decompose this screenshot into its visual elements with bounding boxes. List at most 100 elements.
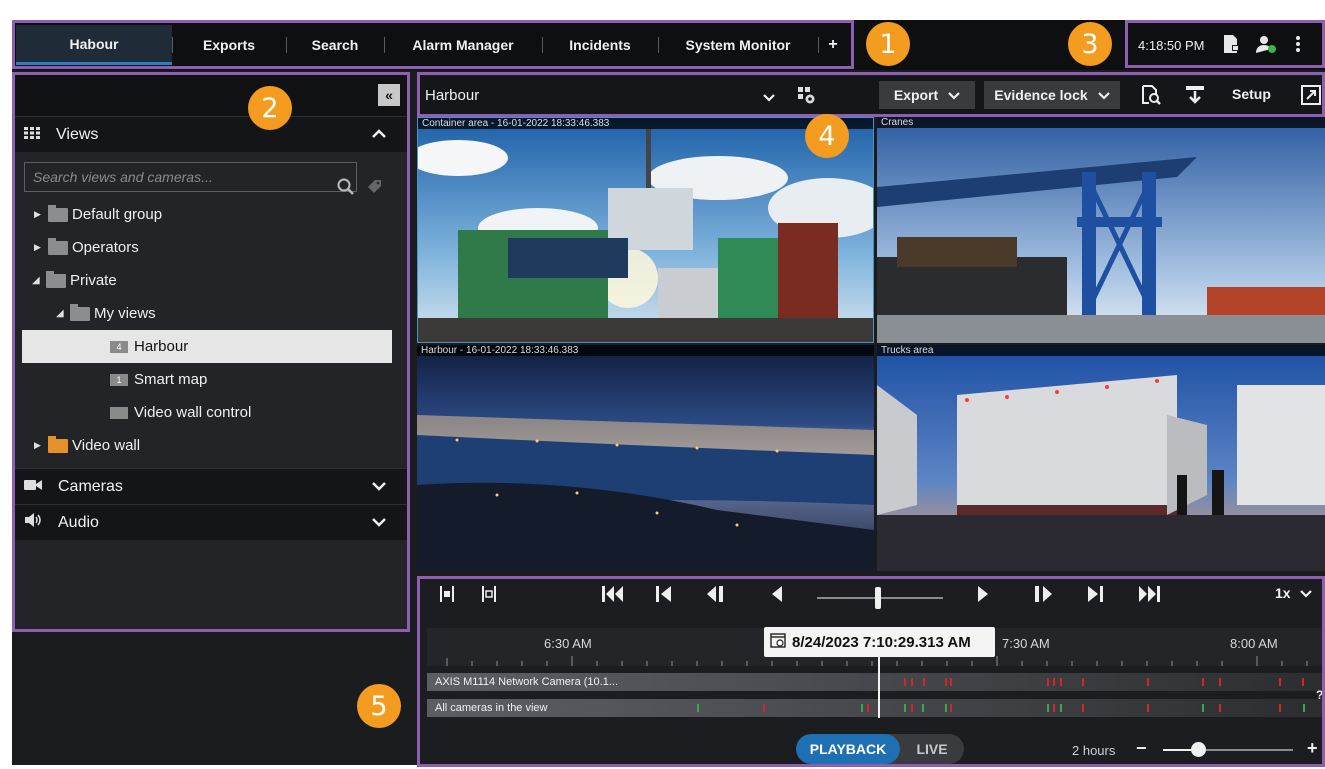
chevron-up-icon[interactable] [372, 126, 386, 144]
skip-to-end-icon[interactable] [1137, 585, 1161, 608]
motion-event-marker [1279, 678, 1281, 686]
play-forward-icon[interactable] [976, 585, 990, 608]
annotation-badge-1: 1 [866, 22, 910, 66]
timeline-help[interactable]: ? [1316, 688, 1323, 702]
chevron-down-icon[interactable] [372, 478, 386, 496]
search-in-view-icon[interactable] [1141, 85, 1161, 110]
tree-item-smart-map[interactable]: 1 Smart map [22, 363, 408, 396]
cranes-video [877, 117, 1325, 343]
collapse-panel-icon[interactable]: « [378, 84, 400, 106]
collapse-icon[interactable]: ◢ [56, 308, 70, 319]
camera-track[interactable]: AXIS M1114 Network Camera (10.1... [427, 673, 1324, 691]
collapse-icon[interactable]: ◢ [32, 275, 46, 286]
skip-to-start-icon[interactable] [601, 585, 625, 608]
playback-mode-button[interactable]: PLAYBACK [796, 734, 900, 764]
previous-frame-icon[interactable] [705, 585, 727, 608]
tree-item-my-views[interactable]: ◢ My views [14, 297, 408, 330]
zoom-out-button[interactable]: − [1136, 738, 1147, 759]
evidence-lock-button[interactable]: Evidence lock [984, 81, 1120, 109]
annotation-badge-5: 5 [357, 684, 401, 728]
motion-event-marker [1147, 704, 1149, 712]
tab-habour[interactable]: Habour [16, 25, 172, 65]
tree-item-video-wall[interactable]: ▶ Video wall [14, 429, 408, 462]
fullscreen-icon[interactable] [1301, 85, 1321, 110]
view-toolbar: Harbour Export Evidence lock Setup [419, 76, 1325, 114]
expand-icon[interactable]: ▶ [34, 209, 48, 220]
motion-event-marker [1202, 678, 1204, 686]
tree-item-label: Default group [72, 206, 163, 223]
search-views-input[interactable]: Search views and cameras... [24, 162, 357, 192]
tree-item-label: Private [70, 272, 117, 289]
add-tab-button[interactable]: + [818, 25, 848, 65]
cameras-section-header[interactable]: Cameras [14, 468, 408, 504]
tab-search[interactable]: Search [286, 25, 384, 65]
playback-speed-handle[interactable] [875, 587, 881, 609]
all-cameras-track[interactable]: All cameras in the view [427, 699, 1324, 717]
tab-incidents[interactable]: Incidents [542, 25, 658, 65]
motion-event-marker [867, 704, 869, 712]
live-mode-button[interactable]: LIVE [900, 734, 964, 764]
view-selector[interactable]: Harbour [425, 76, 795, 114]
mark-start-icon[interactable] [437, 585, 457, 608]
tree-item-label: Operators [72, 239, 139, 256]
views-section-header[interactable]: Views [14, 116, 408, 152]
mark-end-icon[interactable] [479, 585, 499, 608]
motion-event-marker [950, 678, 952, 686]
setup-button[interactable]: Setup [1232, 86, 1271, 102]
annotation-badge-3: 3 [1068, 22, 1112, 66]
tree-item-label: Video wall control [134, 404, 252, 421]
camera-tile-container-area[interactable]: Container area - 16-01-2022 18:33:46.383 [417, 117, 874, 343]
more-options-icon[interactable] [1295, 35, 1301, 56]
previous-sequence-icon[interactable] [655, 585, 673, 608]
chevron-down-icon[interactable] [372, 514, 386, 532]
user-online-icon[interactable] [1255, 34, 1277, 57]
tab-system-monitor[interactable]: System Monitor [658, 25, 818, 65]
status-area: 4:18:50 PM [1128, 25, 1324, 65]
export-label: Export [893, 87, 939, 103]
camera-title: Cranes [877, 117, 1325, 128]
chevron-down-icon[interactable] [763, 89, 775, 106]
next-frame-icon[interactable] [1033, 585, 1055, 608]
expand-icon[interactable]: ▶ [34, 440, 48, 451]
expand-icon[interactable]: ▶ [34, 242, 48, 253]
audio-section-header[interactable]: Audio [14, 504, 408, 540]
motion-event-marker [945, 678, 947, 686]
tree-item-harbour[interactable]: 4 Harbour [22, 330, 392, 363]
document-lock-icon[interactable] [1221, 34, 1241, 57]
motion-event-marker [911, 704, 913, 712]
playback-time-display[interactable]: 8/24/2023 7:10:29.313 AM [764, 627, 995, 657]
tree-item-private[interactable]: ◢ Private [14, 264, 408, 297]
tab-exports[interactable]: Exports [172, 25, 286, 65]
tree-item-operators[interactable]: ▶ Operators [14, 231, 408, 264]
export-button[interactable]: Export [879, 81, 975, 109]
play-reverse-icon[interactable] [770, 585, 784, 608]
next-sequence-icon[interactable] [1086, 585, 1104, 608]
zoom-in-button[interactable]: + [1307, 738, 1318, 759]
tab-alarm-manager[interactable]: Alarm Manager [384, 25, 542, 65]
camera-tile-harbour[interactable]: Harbour - 16-01-2022 18:33:46.383 [417, 345, 874, 571]
send-to-window-icon[interactable] [1184, 84, 1206, 111]
tree-item-default-group[interactable]: ▶ Default group [14, 198, 408, 231]
view-settings-icon[interactable] [796, 85, 816, 110]
timespan-slider-handle[interactable] [1191, 742, 1206, 757]
harbour-video [417, 345, 874, 571]
recording-marker [1060, 704, 1062, 712]
playback-timestamp: 8/24/2023 7:10:29.313 AM [792, 633, 971, 651]
motion-event-marker [1047, 678, 1049, 686]
tick-label: 6:30 AM [544, 636, 592, 651]
camera-icon [24, 478, 42, 496]
motion-event-marker [911, 678, 913, 686]
camera-tile-cranes[interactable]: Cranes [877, 117, 1325, 343]
container-area-video [418, 118, 873, 342]
motion-event-marker [1060, 678, 1062, 686]
chevron-down-icon [1300, 590, 1313, 598]
speed-selector[interactable]: 1x [1275, 585, 1313, 601]
tree-item-video-wall-control[interactable]: Video wall control [22, 396, 408, 429]
view-layout-icon: 1 [110, 373, 128, 386]
recording-marker [1303, 704, 1305, 712]
views-panel: « Views Search views and cameras... ▶ De… [14, 74, 408, 630]
camera-tile-trucks-area[interactable]: Trucks area [877, 345, 1325, 571]
mode-toggle[interactable]: PLAYBACK LIVE [796, 734, 964, 764]
tag-search-icon[interactable] [366, 179, 386, 200]
folder-icon [46, 270, 66, 288]
